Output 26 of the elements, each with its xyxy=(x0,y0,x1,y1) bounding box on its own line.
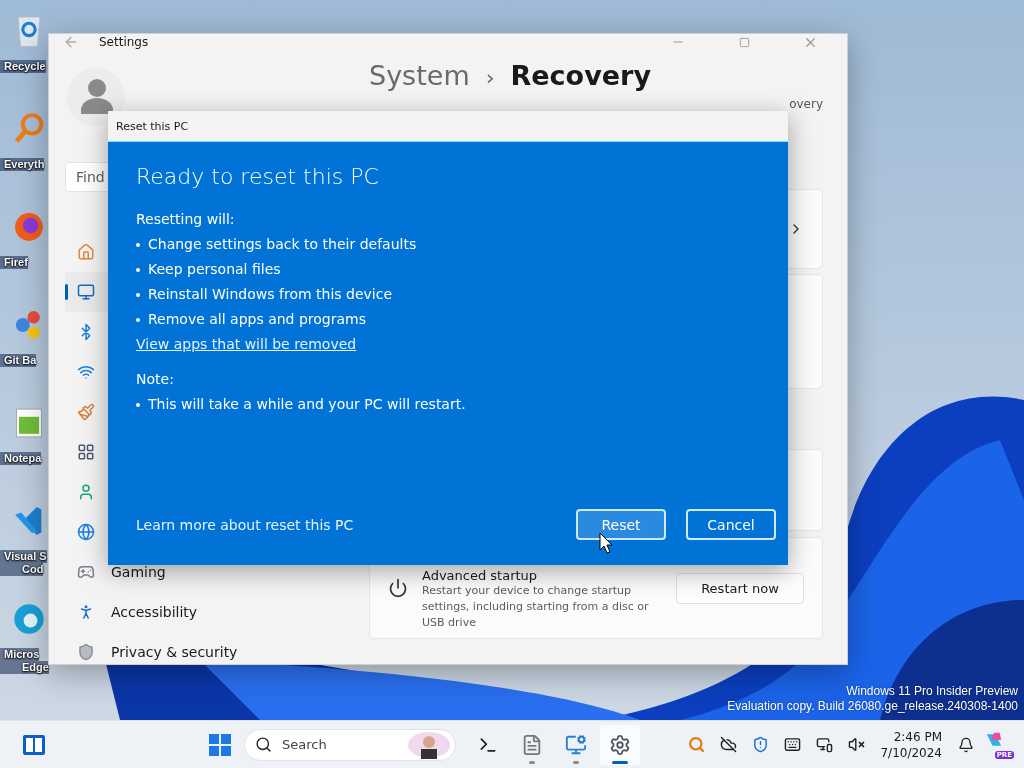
nav-label: Accessibility xyxy=(111,604,198,620)
card-title: Advanced startup xyxy=(422,567,539,583)
nav-label: Privacy & security xyxy=(111,644,238,660)
breadcrumb-separator: › xyxy=(485,65,495,90)
dialog-heading: Ready to reset this PC xyxy=(136,164,380,189)
desktop-icon-label: Everyth xyxy=(0,158,45,171)
card-description: Restart your device to change startup settings, including starting from a disc or USB drive xyxy=(422,583,650,631)
intro-text: Resetting will: xyxy=(136,210,236,229)
desktop-icon-label: Notepa xyxy=(0,452,42,465)
watermark-text: Windows 11 Pro Insider Preview xyxy=(846,684,1018,699)
page-title: Recovery xyxy=(510,60,651,91)
desktop-icon-label: Git Ba xyxy=(0,354,37,367)
bullet-item: This will take a while and your PC will restart. xyxy=(136,392,776,417)
bullet-item: Keep personal files xyxy=(136,257,776,282)
desktop-icon-label: Recycle xyxy=(0,60,46,73)
bullet-item: Remove all apps and programs xyxy=(136,307,776,332)
note-label: Note: xyxy=(136,370,175,389)
desktop-icon-label: Micros xyxy=(0,648,40,661)
search-placeholder: Search xyxy=(282,737,328,752)
bullet-item: Reinstall Windows from this device xyxy=(136,282,776,307)
bullet-item: Change settings back to their defaults xyxy=(136,232,776,257)
desktop-icon-label: Edge xyxy=(0,661,49,674)
dialog-title: Reset this PC xyxy=(116,119,189,133)
nav-label: Gaming xyxy=(111,564,166,580)
watermark-text: Evaluation copy. Build 26080.ge_release.240308-1400 xyxy=(727,699,1018,714)
window-title: Settings xyxy=(99,35,150,49)
